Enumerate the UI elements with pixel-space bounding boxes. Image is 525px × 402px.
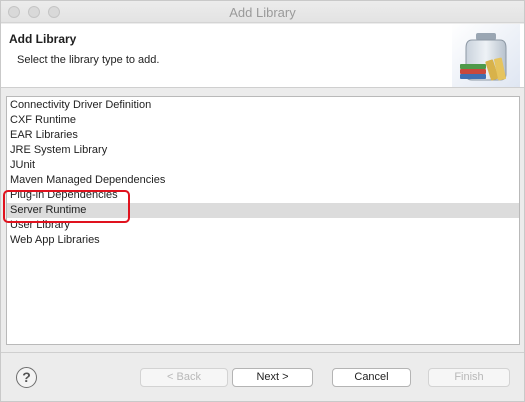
- page-description: Select the library type to add.: [17, 54, 160, 66]
- list-item-junit[interactable]: JUnit: [7, 158, 519, 173]
- wizard-banner: Add Library Select the library type to a…: [1, 24, 524, 88]
- list-item-web-app-libraries[interactable]: Web App Libraries: [7, 233, 519, 248]
- list-item-jre-system-library[interactable]: JRE System Library: [7, 143, 519, 158]
- library-jar-books-icon: [452, 24, 520, 87]
- list-item-maven-managed-dependencies[interactable]: Maven Managed Dependencies: [7, 173, 519, 188]
- cancel-button[interactable]: Cancel: [332, 368, 411, 387]
- list-item-user-library[interactable]: User Library: [7, 218, 519, 233]
- list-item-connectivity-driver-definition[interactable]: Connectivity Driver Definition: [7, 98, 519, 113]
- add-library-dialog: Add Library Add Library Select the libra…: [0, 0, 525, 402]
- list-item-plug-in-dependencies[interactable]: Plug-in Dependencies: [7, 188, 519, 203]
- footer-divider: [1, 352, 524, 353]
- list-item-ear-libraries[interactable]: EAR Libraries: [7, 128, 519, 143]
- back-button[interactable]: < Back: [140, 368, 228, 387]
- page-title: Add Library: [9, 32, 77, 46]
- library-type-list[interactable]: Connectivity Driver Definition CXF Runti…: [6, 96, 520, 345]
- list-item-cxf-runtime[interactable]: CXF Runtime: [7, 113, 519, 128]
- title-bar: Add Library: [1, 1, 524, 23]
- next-button[interactable]: Next >: [232, 368, 313, 387]
- window-title: Add Library: [229, 5, 296, 20]
- finish-button[interactable]: Finish: [428, 368, 510, 387]
- help-question-icon[interactable]: ?: [16, 367, 37, 388]
- list-item-server-runtime[interactable]: Server Runtime: [7, 203, 519, 218]
